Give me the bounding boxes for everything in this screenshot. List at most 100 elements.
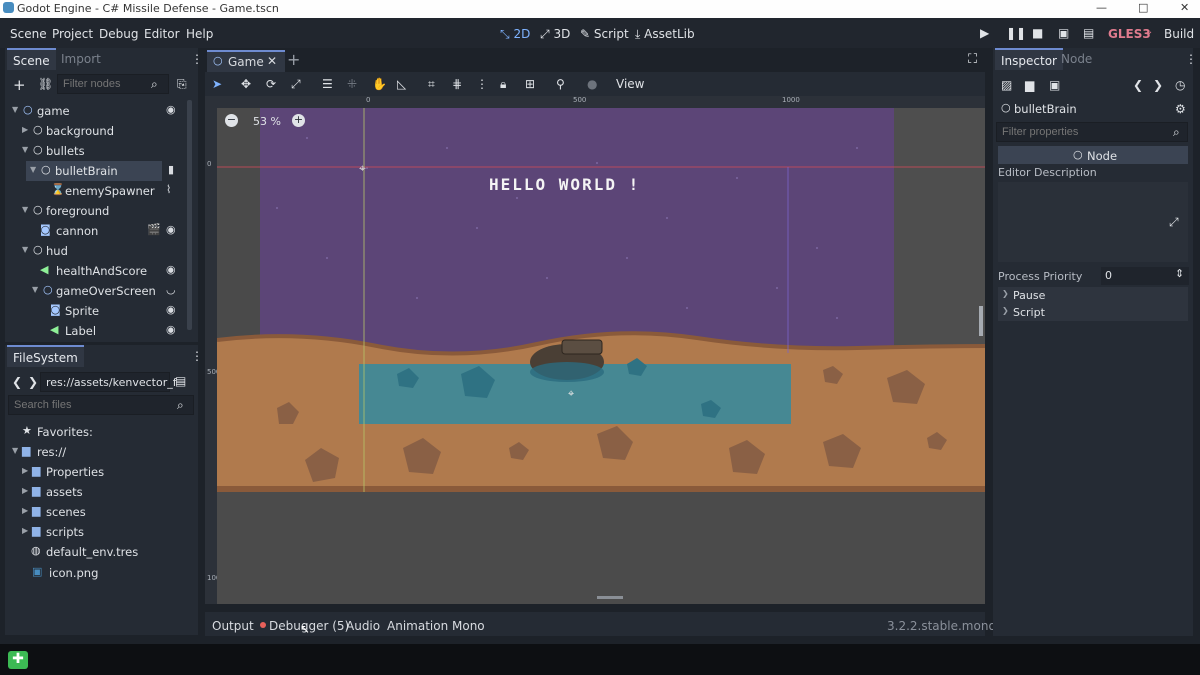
expand-icon[interactable]: ⤢ [1169,215,1179,230]
visibility-icon[interactable]: ◉ [166,103,176,116]
zoom-in-button[interactable]: + [292,114,305,127]
view-menu[interactable]: View [616,77,644,91]
zoom-out-button[interactable]: − [225,114,238,127]
rotate-mode-icon[interactable]: ⟳ [266,77,276,91]
tree-node-enemyspawner[interactable]: ⌛ enemySpawner ⌇ [8,181,188,201]
chevron-down-icon[interactable]: ▼ [12,105,18,114]
play-scene-icon[interactable]: ▣ [1058,26,1069,40]
tree-node-foreground[interactable]: ▼ ○ foreground [8,201,188,221]
chevron-down-icon[interactable]: ▼ [22,205,28,214]
close-icon[interactable]: ✕ [267,54,277,68]
stop-icon[interactable]: ■ [1032,26,1043,40]
visibility-hidden-icon[interactable]: ◡ [166,283,176,296]
tab-scene[interactable]: Scene [7,48,56,70]
stepper-icon[interactable]: ⇕ [1175,267,1184,280]
path-field[interactable]: res://assets/kenvector_f [40,372,177,392]
chevron-left-icon[interactable]: ❮ [1133,78,1143,92]
play-custom-scene-icon[interactable]: ▤ [1083,26,1094,40]
visibility-icon[interactable]: ◉ [166,323,176,336]
minimize-button[interactable]: — [1096,1,1107,14]
mode-2d-button[interactable]: ⤡ 2D [500,27,530,42]
chevron-right-icon[interactable]: ▶ [22,486,28,495]
process-priority-spinbox[interactable]: 0 ⇕ [1101,267,1189,285]
open-folder-icon[interactable]: ▆ [1025,78,1034,92]
tree-node-bulletbrain[interactable]: ▼ ○ bulletBrain [26,161,162,181]
chevron-right-icon[interactable]: ❯ [28,375,38,389]
chevron-down-icon[interactable]: ▼ [22,245,28,254]
group-icon[interactable]: ⊞ [525,77,535,91]
tree-node-healthandscore[interactable]: ◀ healthAndScore ◉ [8,261,188,281]
fs-favorites[interactable]: ★ Favorites: [8,422,188,442]
distraction-free-icon[interactable]: ⛶ [968,52,977,67]
fs-res-root[interactable]: ▼ ▆ res:// [8,442,188,462]
object-properties-icon[interactable]: ⚙ [1175,102,1186,116]
chevron-right-icon[interactable]: ❯ [1153,78,1163,92]
scale-mode-icon[interactable]: ⤢ [291,77,301,92]
tab-animation[interactable]: Animation [387,619,448,633]
canvas-viewport[interactable]: 0 500 1000 0 500 1000 ⌖ ⌖ HELLO WORLD ! … [205,96,985,604]
build-button[interactable]: Build [1164,27,1194,41]
fs-folder-properties[interactable]: ▶ ▆ Properties [8,462,188,482]
script-icon[interactable]: ▮ [168,163,174,176]
chevron-right-icon[interactable]: ▶ [22,506,28,515]
search-files-input[interactable] [8,395,194,415]
list-select-icon[interactable]: ☰ [322,77,333,91]
fs-folder-scripts[interactable]: ▶ ▆ scripts [8,522,188,542]
new-resource-icon[interactable]: ▨ [1001,78,1012,92]
select-mode-icon[interactable]: ➤ [212,77,222,91]
save-icon[interactable]: ▣ [1049,78,1060,92]
fs-folder-scenes[interactable]: ▶ ▆ scenes [8,502,188,522]
lock-icon[interactable]: 🔒︎ [500,77,506,92]
visibility-icon[interactable]: ◉ [166,223,176,236]
camera-override-icon[interactable]: ● [587,77,597,91]
tree-node-game[interactable]: ▼ ○ game ◉ [8,101,188,121]
add-node-icon[interactable]: + [13,76,26,94]
chevron-right-icon[interactable]: ▶ [22,125,28,134]
tab-filesystem[interactable]: FileSystem [7,345,84,367]
ruler-icon[interactable]: ◺ [397,77,406,91]
move-mode-icon[interactable]: ✥ [241,77,251,91]
app-launcher-icon[interactable]: ✚ [8,651,28,669]
fs-folder-assets[interactable]: ▶ ▆ assets [8,482,188,502]
dock-menu-icon[interactable]: ⋮ [191,349,203,363]
menu-editor[interactable]: Editor [144,27,180,41]
play-icon[interactable]: ▶ [980,26,989,40]
menu-scene[interactable]: Scene [10,27,47,41]
visibility-icon[interactable]: ◉ [166,303,176,316]
tree-node-background[interactable]: ▶ ○ background [8,121,188,141]
class-header[interactable]: ○ Node [998,146,1188,164]
tab-inspector[interactable]: Inspector [995,48,1063,70]
link-icon[interactable]: ⛓ [38,77,53,91]
section-script[interactable]: ❯ Script [998,304,1188,321]
tab-node[interactable]: Node [1055,48,1098,70]
tree-node-hud[interactable]: ▼ ○ hud [8,241,188,261]
chevron-right-icon[interactable]: ▶ [22,466,28,475]
tab-output[interactable]: Output [212,619,254,633]
split-view-icon[interactable]: ▤ [175,374,186,388]
pan-icon[interactable]: ✋ [372,77,387,91]
chevron-down-icon[interactable]: ▼ [30,165,36,174]
tree-node-bullets[interactable]: ▼ ○ bullets [8,141,188,161]
fs-file-icon-png[interactable]: ▣ icon.png [8,563,188,583]
script-attach-icon[interactable]: ⎘ [177,77,187,92]
chevron-down-icon[interactable]: ▼ [32,285,38,294]
clapperboard-icon[interactable]: 🎬 [147,223,161,236]
snap-options-icon[interactable]: ⋮ [476,77,488,91]
tab-game[interactable]: ○ Game ✕ [207,50,285,72]
mode-3d-button[interactable]: ⤢ 3D [540,27,570,42]
menu-help[interactable]: Help [186,27,213,41]
tree-node-cannon[interactable]: ◙ cannon 🎬 ◉ [8,221,188,241]
pause-icon[interactable]: ❚❚ [1006,26,1026,40]
grid-snap-icon[interactable]: ⋕ [452,77,462,91]
tree-node-sprite[interactable]: ◙ Sprite ◉ [8,301,188,321]
mode-script-button[interactable]: ✎ Script [580,27,629,41]
dock-menu-icon[interactable]: ⋮ [191,52,203,66]
section-pause[interactable]: ❯ Pause [998,287,1188,304]
snap-icon[interactable]: ⌗ [428,77,435,92]
chevron-left-icon[interactable]: ❮ [12,375,22,389]
close-button[interactable]: ✕ [1180,1,1189,14]
visibility-icon[interactable]: ◉ [166,263,176,276]
tab-audio[interactable]: Audio [346,619,380,633]
fs-file-default-env[interactable]: ◍ default_env.tres [8,542,188,562]
zoom-level[interactable]: 53 % [253,115,281,128]
